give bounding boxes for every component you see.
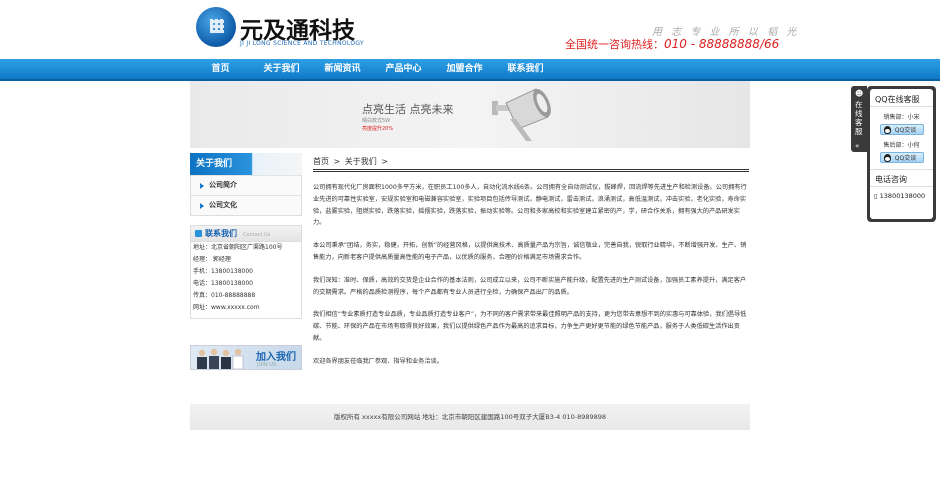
hotline: 全国统一咨询热线：010 - 88888888/66 (565, 36, 779, 52)
article-paragraph: 欢迎各界朋友莅临我厂参观、指导和业务洽谈。 (313, 357, 443, 365)
hotline-number: 010 - 88888888/66 (664, 37, 780, 51)
nav-item-contact[interactable]: 联系我们 (495, 59, 556, 79)
contact-website: 网址：www.xxxxx.com (193, 304, 260, 311)
nav-item-products[interactable]: 产品中心 (373, 59, 434, 79)
contact-box: 联系我们 Contact Us 地址：北京省朝阳区广渠路100号 经理： 郭经理 … (190, 225, 302, 319)
join-us-banner[interactable]: 加入我们 JOIN US (190, 345, 302, 370)
double-chevron-left-icon: « (855, 142, 860, 150)
qq-chat-button-support[interactable]: QQ交谈 (879, 152, 924, 163)
article-paragraph: 公司拥有现代化厂房面积1000多平方米，在职员工100多人，自动化流水线6条。公… (313, 184, 747, 227)
users-icon: ☻ (855, 89, 864, 98)
join-us-label: 加入我们 (256, 352, 296, 363)
qq-panel-toggle-tab[interactable]: ☻ 在线客服 « (851, 86, 867, 152)
sidebar-heading-label: 关于我们 (196, 159, 233, 169)
qq-service-panel: QQ在线客服 销售部：小宋 QQ交谈 售后部：小何 QQ交谈 电话咨询 ▯ 13… (867, 86, 936, 222)
banner: 点亮生活 点亮未来 晴白款式5W 亮度提升20% (190, 81, 750, 148)
spotlight-lamp-image (492, 88, 551, 141)
people-image (197, 348, 244, 369)
sidebar-item-company-culture[interactable]: 公司文化 (191, 195, 301, 215)
contact-address: 地址：北京省朝阳区广渠路100号 (193, 244, 283, 251)
article-paragraph: 我们深知：准时、保质，高效的交货是企业合作的基本法则，公司成立以来，公司不断实施… (313, 276, 747, 296)
qq-agent-sales: 销售部：小宋 (883, 114, 920, 121)
qq-chat-button-label: QQ交谈 (894, 155, 917, 162)
join-us-label-en: JOIN US (257, 362, 277, 368)
contact-heading: 联系我们 Contact Us (191, 226, 301, 242)
nav-item-news[interactable]: 新闻资讯 (312, 59, 373, 79)
nav-item-home[interactable]: 首页 (190, 59, 251, 79)
contact-manager: 经理： 郭经理 (193, 256, 231, 263)
qq-agent-support: 售后部：小何 (883, 142, 920, 149)
breadcrumb-separator: > (381, 157, 389, 166)
banner-promo: 亮度提升20% (362, 126, 394, 132)
contact-heading-label: 联系我们 (205, 229, 237, 238)
main-nav: 首页 关于我们 新闻资讯 产品中心 加盟合作 联系我们 (190, 59, 556, 79)
breadcrumb-separator: > (333, 157, 341, 166)
sidebar-heading: 关于我们 (190, 153, 302, 175)
qq-service-panel-inner: QQ在线客服 销售部：小宋 QQ交谈 售后部：小何 QQ交谈 电话咨询 ▯ 13… (870, 89, 933, 219)
qq-chat-button-sales[interactable]: QQ交谈 (879, 124, 924, 135)
banner-subtitle: 晴白款式5W (362, 118, 391, 124)
hotline-label: 全国统一咨询热线： (565, 38, 664, 51)
qq-tab-label: 在线客服 (855, 100, 863, 136)
contact-fax: 传真：010-88888888 (193, 292, 256, 299)
phone-consult-number: ▯ 13800138000 (870, 187, 933, 200)
banner-title: 点亮生活 点亮未来 (362, 103, 454, 116)
article-paragraph: 本公司秉承“团结，务实，稳健，开拓，创新”的经营风格，以提供高技术、高质量产品为… (313, 242, 747, 261)
logo[interactable]: 元及通科技 JI JI LONG SCIENCE AND TECHNOLOGY (196, 7, 366, 55)
qq-penguin-icon (883, 154, 891, 162)
contact-heading-en: Contact Us (243, 232, 271, 238)
contact-mobile: 手机：13800138000 (193, 268, 253, 275)
qq-penguin-icon (883, 126, 891, 134)
phone-consult-number-text: 13800138000 (879, 192, 926, 200)
nav-item-about[interactable]: 关于我们 (251, 59, 312, 79)
article-body: 公司拥有现代化厂房面积1000多平方米，在职员工100多人，自动化流水线6条。公… (313, 182, 749, 379)
logo-subtitle: JI JI LONG SCIENCE AND TECHNOLOGY (240, 40, 364, 47)
logo-mark-icon (196, 7, 236, 47)
footer: 版权所有 xxxxx有限公司网站 地址：北京市朝阳区建国路100号双子大厦B3-… (190, 404, 750, 430)
main-nav-bar: 首页 关于我们 新闻资讯 产品中心 加盟合作 联系我们 (0, 59, 940, 81)
sidebar-item-company-profile[interactable]: 公司简介 (191, 175, 301, 195)
breadcrumb-home[interactable]: 首页 (313, 157, 329, 166)
nav-item-join[interactable]: 加盟合作 (434, 59, 495, 79)
breadcrumb: 首页 > 关于我们 > (313, 155, 749, 172)
qq-chat-button-label: QQ交谈 (894, 127, 917, 134)
contact-phone: 电话：13800138000 (193, 280, 253, 287)
phone-consult-title: 电话咨询 (870, 170, 933, 187)
breadcrumb-about[interactable]: 关于我们 (345, 157, 377, 166)
article-paragraph: 我们相信“专业素质打造专业品质，专业品质打造专业客户”，为不同的客户需求带来最佳… (313, 311, 747, 342)
qq-panel-title: QQ在线客服 (870, 89, 933, 107)
sidebar-list: 公司简介 公司文化 (190, 175, 302, 216)
